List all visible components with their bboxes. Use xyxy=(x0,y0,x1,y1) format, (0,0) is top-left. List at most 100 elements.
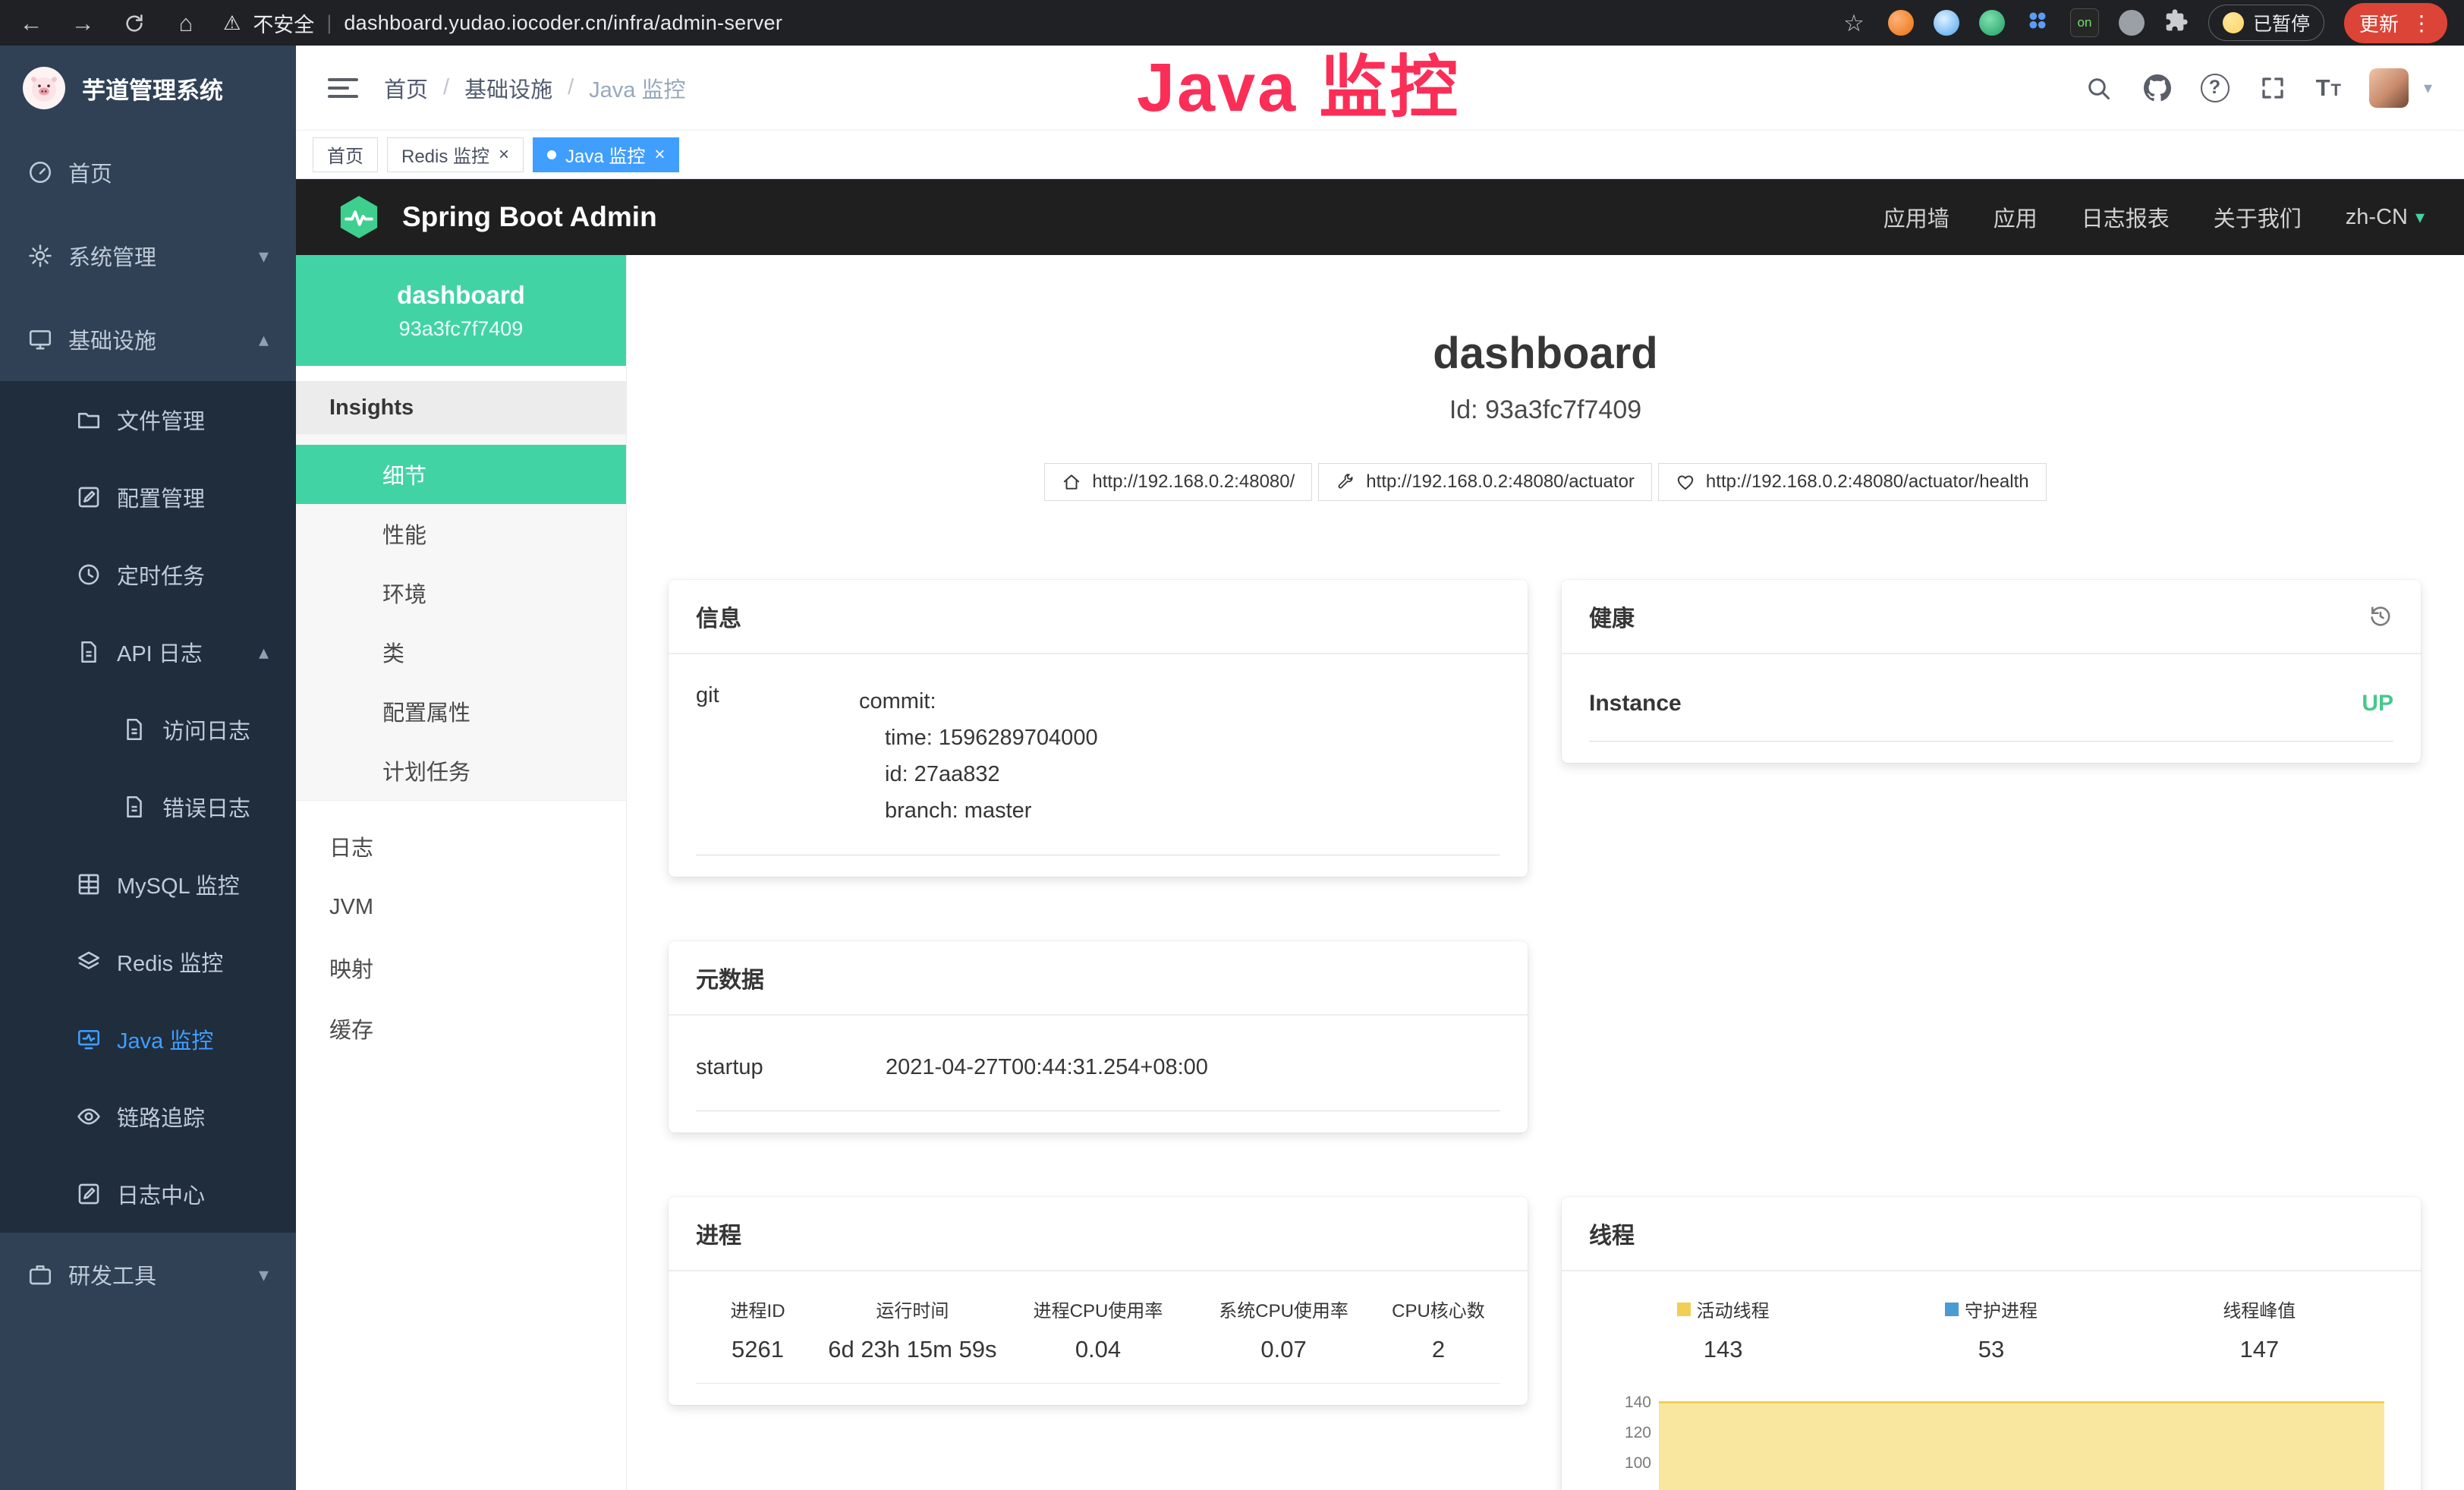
sidebar-item-home[interactable]: 首页 xyxy=(0,131,296,214)
instance-links: http://192.168.0.2:48080/ http://192.168… xyxy=(627,463,2464,501)
extension-icon-1[interactable] xyxy=(1888,10,1914,36)
instance-title: dashboard xyxy=(627,328,2464,379)
actuator-url-link[interactable]: http://192.168.0.2:48080/actuator xyxy=(1318,463,1652,501)
extension-icon-4[interactable] xyxy=(2025,8,2050,39)
home-icon[interactable]: ⌂ xyxy=(172,11,200,35)
sba-language-select[interactable]: zh-CN ▾ xyxy=(2346,205,2425,230)
extensions-menu-icon[interactable] xyxy=(2164,8,2189,38)
health-instance-row: Instance UP xyxy=(1589,660,2393,742)
sidebar-item-api-logs[interactable]: API 日志 ▴ xyxy=(0,613,296,691)
update-label: 更新 xyxy=(2359,9,2399,37)
sba-menu-config-props[interactable]: 配置属性 xyxy=(296,682,626,741)
extension-icon-3[interactable] xyxy=(1979,10,2005,36)
extension-icon-5[interactable] xyxy=(2119,10,2145,36)
github-icon[interactable] xyxy=(2141,72,2173,104)
breadcrumb-home[interactable]: 首页 xyxy=(384,72,428,104)
sba-menu-scheduled-tasks[interactable]: 计划任务 xyxy=(296,741,626,800)
sidebar-item-infrastructure[interactable]: 基础设施 ▴ xyxy=(0,298,296,381)
hamburger-icon[interactable] xyxy=(328,78,358,98)
sba-navbar: Spring Boot Admin 应用墙 应用 日志报表 关于我们 zh-CN… xyxy=(296,179,2464,255)
info-line: id: 27aa832 xyxy=(859,756,1098,792)
sidebar-item-label: 基础设施 xyxy=(68,323,156,355)
sidebar-item-dev-tools[interactable]: 研发工具 ▾ xyxy=(0,1233,296,1316)
legend-swatch-active-threads xyxy=(1677,1303,1691,1316)
sidebar-item-error-logs[interactable]: 错误日志 xyxy=(0,768,296,846)
insights-group-label[interactable]: Insights xyxy=(296,381,626,434)
user-avatar[interactable] xyxy=(2369,68,2409,108)
infrastructure-submenu: 文件管理 配置管理 定时任务 API 日志 ▴ 访问日志 xyxy=(0,381,296,1233)
sba-nav-wallboard[interactable]: 应用墙 xyxy=(1883,201,1949,233)
history-icon[interactable] xyxy=(2368,603,2393,629)
fullscreen-icon[interactable] xyxy=(2257,72,2289,104)
breadcrumb-infrastructure[interactable]: 基础设施 xyxy=(464,72,552,104)
update-button[interactable]: 更新 ⋮ xyxy=(2344,3,2447,43)
chevron-up-icon: ▴ xyxy=(259,328,269,351)
sba-menu-performance[interactable]: 性能 xyxy=(296,504,626,563)
search-icon[interactable] xyxy=(2082,72,2114,104)
tab-redis-monitor[interactable]: Redis 监控 × xyxy=(387,137,524,172)
sba-menu-environment[interactable]: 环境 xyxy=(296,563,626,622)
url-text[interactable]: dashboard.yudao.iocoder.cn/infra/admin-s… xyxy=(344,11,782,35)
process-col-value: 6d 23h 15m 59s xyxy=(820,1336,1005,1363)
process-col-value: 0.04 xyxy=(1005,1336,1191,1363)
log-center-icon xyxy=(76,1181,102,1207)
sidebar-item-file-management[interactable]: 文件管理 xyxy=(0,381,296,458)
sba-nav: 应用墙 应用 日志报表 关于我们 zh-CN ▾ xyxy=(1883,201,2425,233)
sidebar-item-java-monitor[interactable]: Java 监控 xyxy=(0,1000,296,1078)
sba-brand-title[interactable]: Spring Boot Admin xyxy=(402,201,657,233)
spring-boot-admin-logo[interactable] xyxy=(335,194,382,241)
sidebar-item-label: 系统管理 xyxy=(68,240,156,272)
service-url-link[interactable]: http://192.168.0.2:48080/ xyxy=(1044,463,1312,501)
sba-menu-caches[interactable]: 缓存 xyxy=(296,998,626,1059)
header-actions: ? TT ▾ xyxy=(2082,68,2432,108)
sidebar-item-redis-monitor[interactable]: Redis 监控 xyxy=(0,923,296,1000)
metadata-key: startup xyxy=(696,1055,886,1080)
back-icon[interactable]: ← xyxy=(17,11,46,35)
extension-on-badge[interactable]: on xyxy=(2070,8,2099,37)
app-logo[interactable]: 芋道管理系统 xyxy=(0,46,296,131)
close-icon[interactable]: × xyxy=(499,146,509,164)
sba-menu-mappings[interactable]: 映射 xyxy=(296,937,626,998)
sba-menu-classes[interactable]: 类 xyxy=(296,622,626,682)
health-url-link[interactable]: http://192.168.0.2:48080/actuator/health xyxy=(1658,463,2047,501)
instance-header[interactable]: dashboard 93a3fc7f7409 xyxy=(296,255,626,366)
gear-icon xyxy=(27,243,53,269)
refresh-icon[interactable] xyxy=(120,11,149,36)
process-col-header: 进程CPU使用率 xyxy=(1005,1296,1191,1322)
sidebar-item-log-center[interactable]: 日志中心 xyxy=(0,1155,296,1233)
help-icon[interactable]: ? xyxy=(2201,74,2230,102)
sidebar-item-access-logs[interactable]: 访问日志 xyxy=(0,691,296,768)
heart-icon xyxy=(1676,472,1695,492)
tab-home[interactable]: 首页 xyxy=(313,137,378,172)
health-card: 健康 Instance UP xyxy=(1562,580,2421,763)
actuator-url-text: http://192.168.0.2:48080/actuator xyxy=(1366,471,1635,493)
chevron-down-icon[interactable]: ▾ xyxy=(2424,78,2432,98)
sidebar-item-tracing[interactable]: 链路追踪 xyxy=(0,1078,296,1155)
sba-menu-roots: 日志 JVM 映射 缓存 xyxy=(296,816,626,1059)
bookmark-star-icon[interactable]: ☆ xyxy=(1839,11,1868,35)
sba-menu-jvm[interactable]: JVM xyxy=(296,877,626,937)
font-size-icon[interactable]: TT xyxy=(2316,74,2342,102)
close-icon[interactable]: × xyxy=(654,146,665,164)
sidebar-item-scheduled-tasks[interactable]: 定时任务 xyxy=(0,536,296,613)
browser-actions: ☆ on 已暂停 更新 ⋮ xyxy=(1839,3,2447,43)
ytick: 100 xyxy=(1609,1448,1651,1479)
address-bar[interactable]: ⚠ 不安全 | dashboard.yudao.iocoder.cn/infra… xyxy=(223,8,782,38)
sba-nav-journal[interactable]: 日志报表 xyxy=(2082,201,2170,233)
sidebar-item-config-management[interactable]: 配置管理 xyxy=(0,458,296,536)
sba-nav-about[interactable]: 关于我们 xyxy=(2214,201,2302,233)
sidebar-item-system-management[interactable]: 系统管理 ▾ xyxy=(0,214,296,298)
java-monitor-icon xyxy=(76,1026,102,1052)
paused-extension-chip[interactable]: 已暂停 xyxy=(2208,5,2324,41)
security-label: 不安全 xyxy=(253,8,314,38)
sba-menu-logs[interactable]: 日志 xyxy=(296,816,626,877)
sba-nav-applications[interactable]: 应用 xyxy=(1994,201,2038,233)
sidebar-item-mysql-monitor[interactable]: MySQL 监控 xyxy=(0,846,296,923)
extension-icon-2[interactable] xyxy=(1934,10,1959,36)
sba-menu-details[interactable]: 细节 xyxy=(296,445,626,504)
chevron-down-icon: ▾ xyxy=(259,244,269,268)
forward-icon[interactable]: → xyxy=(68,11,97,35)
tab-java-monitor[interactable]: Java 监控 × xyxy=(533,137,679,172)
process-col-header: 系统CPU使用率 xyxy=(1191,1296,1377,1322)
browser-menu-icon[interactable]: ⋮ xyxy=(2411,11,2432,36)
